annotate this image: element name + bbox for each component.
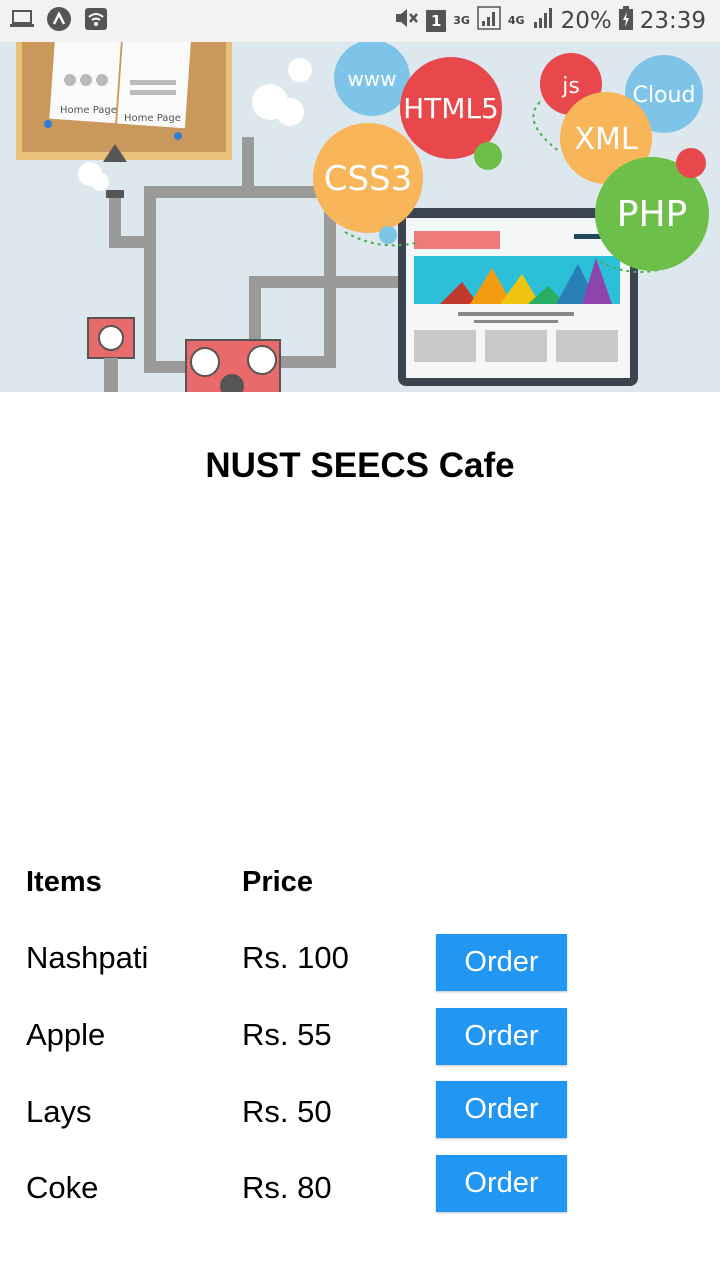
mute-icon <box>393 6 419 36</box>
bubble-xml: XML <box>574 122 637 157</box>
page-title: NUST SEECS Cafe <box>205 446 515 485</box>
battery-icon <box>618 6 633 36</box>
banner-image: Home Page Home Page www HTML5 CSS3 js Cl… <box>0 42 720 392</box>
item-name: Lays <box>26 1094 92 1129</box>
item-price: Rs. 50 <box>242 1094 332 1129</box>
wireframe-sheet-1: Home Page <box>49 42 122 124</box>
order-button-lays[interactable]: Order <box>436 1081 567 1138</box>
network-4g-label: 4G <box>507 14 525 27</box>
network-3g-label: 3G <box>453 14 470 27</box>
clock-time: 23:39 <box>639 8 706 34</box>
order-button-apple[interactable]: Order <box>436 1008 567 1065</box>
item-name: Nashpati <box>26 940 149 975</box>
order-button-nashpati[interactable]: Order <box>436 934 567 991</box>
bubble-cloud: Cloud <box>633 83 696 108</box>
item-price: Rs. 100 <box>242 940 349 975</box>
bubble-js: js <box>561 74 580 99</box>
bubble-css3: CSS3 <box>324 159 413 199</box>
order-button-coke[interactable]: Order <box>436 1155 567 1212</box>
signal-icon <box>477 6 501 36</box>
bubble-php: PHP <box>617 194 688 235</box>
bubble-html5: HTML5 <box>403 92 499 125</box>
header-price: Price <box>242 866 313 898</box>
status-left-icons <box>10 6 108 36</box>
battery-percent: 20% <box>560 8 612 34</box>
laptop-icon <box>10 9 34 33</box>
item-price: Rs. 55 <box>242 1017 332 1052</box>
item-price: Rs. 80 <box>242 1170 332 1205</box>
board-label-1: Home Page <box>60 105 117 116</box>
signal-bars-icon <box>532 7 554 35</box>
bubble-www: www <box>347 67 396 91</box>
status-bar: 1 3G 4G 20% 23:39 <box>0 0 720 42</box>
item-name: Apple <box>26 1017 106 1052</box>
board-label-2: Home Page <box>124 113 181 124</box>
app-logo-icon <box>46 6 72 36</box>
wireframe-sheet-2: Home Page <box>117 42 192 129</box>
header-items: Items <box>26 866 102 898</box>
status-right-icons: 1 3G 4G 20% 23:39 <box>393 6 706 36</box>
sim-icon: 1 <box>426 10 447 32</box>
item-name: Coke <box>26 1170 99 1205</box>
wifi-icon <box>84 7 108 35</box>
